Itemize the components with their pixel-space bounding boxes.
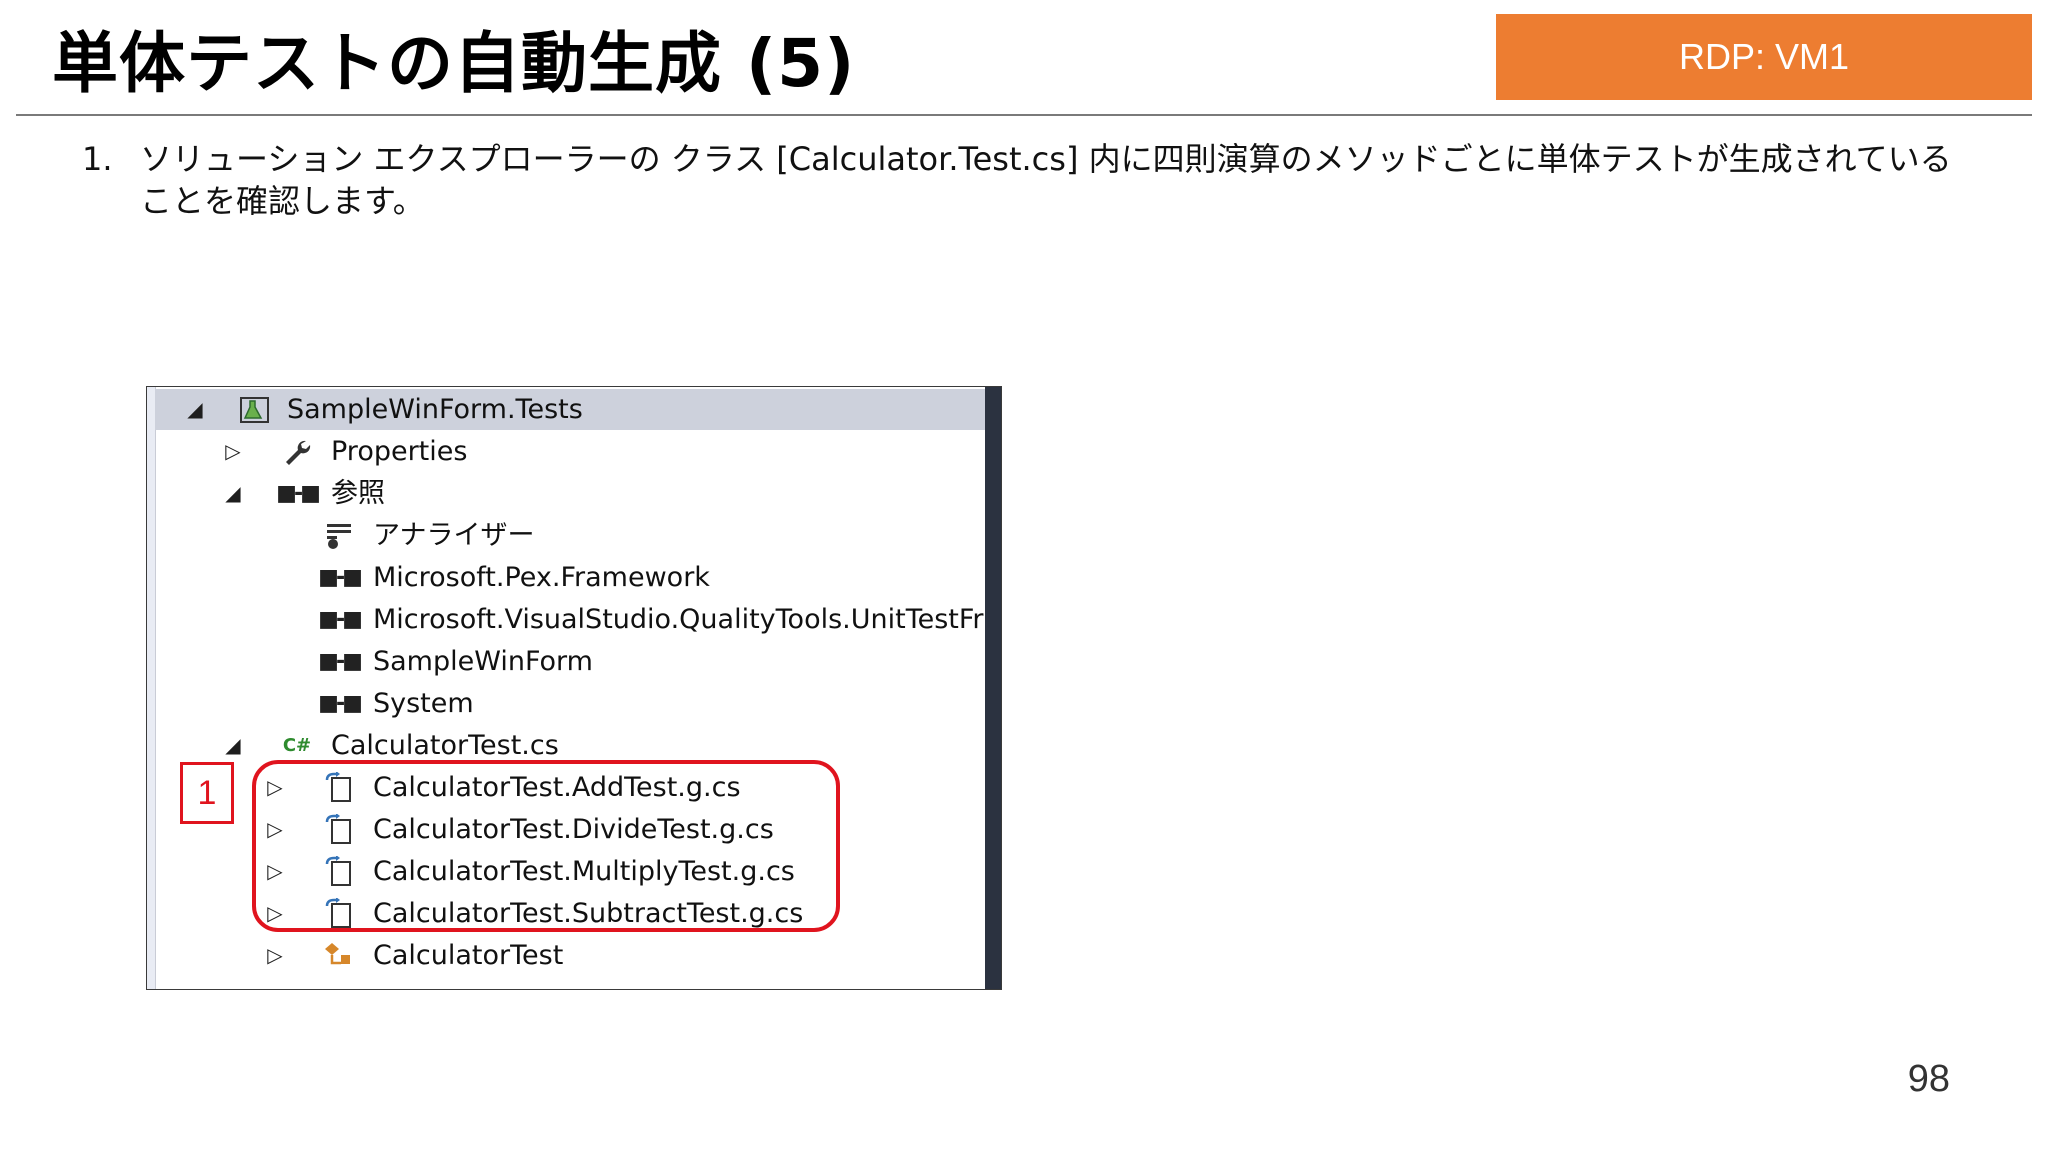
step-marker: 1 — [180, 762, 234, 824]
collapse-arrow-icon[interactable]: ◢ — [221, 725, 245, 766]
tree-item-samplewinform-tests[interactable]: ◢ SampleWinForm.Tests — [155, 389, 985, 430]
expand-arrow-icon[interactable]: ▷ — [221, 431, 245, 472]
collapse-arrow-icon[interactable]: ◢ — [183, 389, 207, 430]
page-number: 98 — [1907, 1058, 1950, 1100]
collapse-arrow-icon[interactable]: ◢ — [221, 473, 245, 514]
tree-item-label: SampleWinForm.Tests — [287, 394, 583, 425]
tree-item-label: アナライザー — [373, 520, 535, 551]
reference-icon: ■-■ — [276, 481, 321, 506]
expand-arrow-icon[interactable]: ▷ — [263, 935, 287, 976]
tree-item-label: Microsoft.Pex.Framework — [373, 562, 710, 593]
instruction-text: ソリューション エクスプローラーの クラス [Calculator.Test.c… — [140, 140, 1952, 220]
reference-icon: ■-■ — [318, 691, 363, 716]
tree-item-label: CalculatorTest — [373, 940, 564, 971]
tree-item-label: Microsoft.VisualStudio.QualityTools.Unit… — [373, 604, 1001, 635]
tree-item-calculatortest-class[interactable]: ▷ CalculatorTest — [155, 935, 985, 976]
tree-item-reference[interactable]: ■-■ SampleWinForm — [155, 641, 985, 682]
tree-item-references[interactable]: ◢ ■-■ 参照 — [155, 473, 985, 514]
rdp-badge: RDP: VM1 — [1496, 14, 2032, 100]
instruction-number: 1. — [82, 140, 113, 178]
reference-icon: ■-■ — [318, 607, 363, 632]
tree-item-label: Properties — [331, 436, 468, 467]
slide-title: 単体テストの自動生成 (5) — [52, 25, 856, 102]
tree-item-reference[interactable]: ■-■ Microsoft.VisualStudio.QualityTools.… — [155, 599, 1001, 640]
class-icon — [319, 935, 359, 976]
tree-item-analyzers[interactable]: アナライザー — [155, 515, 985, 556]
title-divider — [16, 114, 2032, 116]
tree-item-label: System — [373, 688, 474, 719]
reference-icon: ■-■ — [318, 649, 363, 674]
tree-item-label: 参照 — [331, 478, 385, 509]
instruction-step: 1. ソリューション エクスプローラーの クラス [Calculator.Tes… — [82, 138, 1962, 222]
highlight-generated-tests — [252, 760, 840, 932]
wrench-icon — [277, 431, 317, 472]
tree-item-label: SampleWinForm — [373, 646, 593, 677]
tree-item-reference[interactable]: ■-■ System — [155, 683, 985, 724]
tree-right-border — [985, 387, 1001, 989]
analyzer-icon — [319, 515, 359, 556]
tree-item-reference[interactable]: ■-■ Microsoft.Pex.Framework — [155, 557, 985, 598]
tree-item-properties[interactable]: ▷ Properties — [155, 431, 985, 472]
reference-icon: ■-■ — [318, 565, 363, 590]
test-project-icon — [235, 389, 275, 430]
